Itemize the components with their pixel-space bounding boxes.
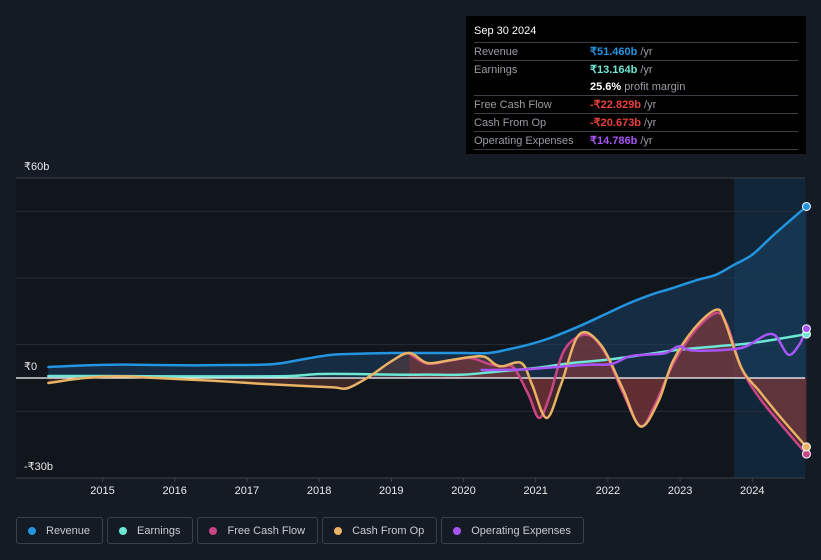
tooltip-unit: profit margin <box>624 80 686 93</box>
x-tick-label: 2023 <box>667 485 693 497</box>
tooltip-value: ₹14.786b <box>590 135 638 147</box>
operating-expenses-dot-icon <box>453 526 462 535</box>
tooltip-value: -₹22.829b <box>590 99 642 111</box>
x-tick-label: 2022 <box>595 485 621 497</box>
tooltip-row-earnings: Earnings ₹13.164b /yr <box>474 61 798 78</box>
cash-from-op-endpoint <box>801 442 811 452</box>
legend-item-operating-expenses[interactable]: Operating Expenses <box>441 517 584 544</box>
tooltip-value: ₹51.460b <box>590 46 638 58</box>
legend-label: Cash From Op <box>352 524 425 537</box>
x-tick-label: 2016 <box>162 485 187 497</box>
tooltip-label: Cash From Op <box>474 116 547 129</box>
tooltip-value: -₹20.673b <box>590 117 642 129</box>
tooltip-label: Revenue <box>474 45 519 58</box>
tooltip-row-cash-from-op: Cash From Op -₹20.673b /yr <box>474 114 798 132</box>
tooltip-date: Sep 30 2024 <box>474 22 798 43</box>
tooltip-row-free-cash-flow: Free Cash Flow -₹22.829b /yr <box>474 96 798 114</box>
tooltip-unit: /yr <box>640 45 653 58</box>
free-cash-flow-dot-icon <box>209 526 218 535</box>
tooltip-row-operating-expenses: Operating Expenses ₹14.786b /yr <box>474 132 798 150</box>
y-tick-label-zero: ₹0 <box>24 361 38 373</box>
x-tick-label: 2018 <box>306 485 332 497</box>
cash-from-op-dot-icon <box>334 526 343 535</box>
legend-item-revenue[interactable]: Revenue <box>16 517 104 544</box>
x-tick-label: 2017 <box>234 485 260 497</box>
tooltip: Sep 30 2024 Revenue ₹51.460b /yr Earning… <box>466 16 806 154</box>
legend-label: Operating Expenses <box>471 524 571 537</box>
x-tick-label: 2019 <box>379 485 404 497</box>
tooltip-value: ₹13.164b <box>590 64 638 76</box>
tooltip-label: Free Cash Flow <box>474 98 552 111</box>
x-axis <box>102 478 753 482</box>
legend-label: Free Cash Flow <box>227 524 306 537</box>
operating-expenses-endpoint <box>801 324 811 334</box>
legend-item-free-cash-flow[interactable]: Free Cash Flow <box>197 517 319 544</box>
tooltip-row-revenue: Revenue ₹51.460b /yr <box>474 43 798 61</box>
legend-item-earnings[interactable]: Earnings <box>107 517 194 544</box>
x-tick-label: 2015 <box>90 485 115 497</box>
x-tick-label: 2021 <box>523 485 548 497</box>
tooltip-label: Earnings <box>474 63 518 76</box>
legend-item-cash-from-op[interactable]: Cash From Op <box>322 517 438 544</box>
legend-label: Revenue <box>46 524 91 537</box>
tooltip-unit: /yr <box>644 98 657 111</box>
tooltip-unit: /yr <box>640 63 653 76</box>
tooltip-label: Operating Expenses <box>474 134 574 147</box>
tooltip-row-profit-margin: 25.6% profit margin <box>474 78 798 96</box>
tooltip-unit: /yr <box>640 134 653 147</box>
revenue-dot-icon <box>28 526 36 535</box>
legend: Revenue Earnings Free Cash Flow Cash Fro… <box>16 517 584 544</box>
tooltip-unit: /yr <box>644 116 657 129</box>
earnings-dot-icon <box>119 526 128 535</box>
x-tick-label: 2024 <box>740 485 765 497</box>
y-tick-label-bottom: -₹30b <box>24 461 54 473</box>
revenue-endpoint <box>801 201 811 211</box>
legend-label: Earnings <box>137 524 181 537</box>
tooltip-value: 25.6% <box>590 80 622 93</box>
x-tick-label: 2020 <box>451 485 476 497</box>
y-tick-label-top: ₹60b <box>24 161 50 173</box>
